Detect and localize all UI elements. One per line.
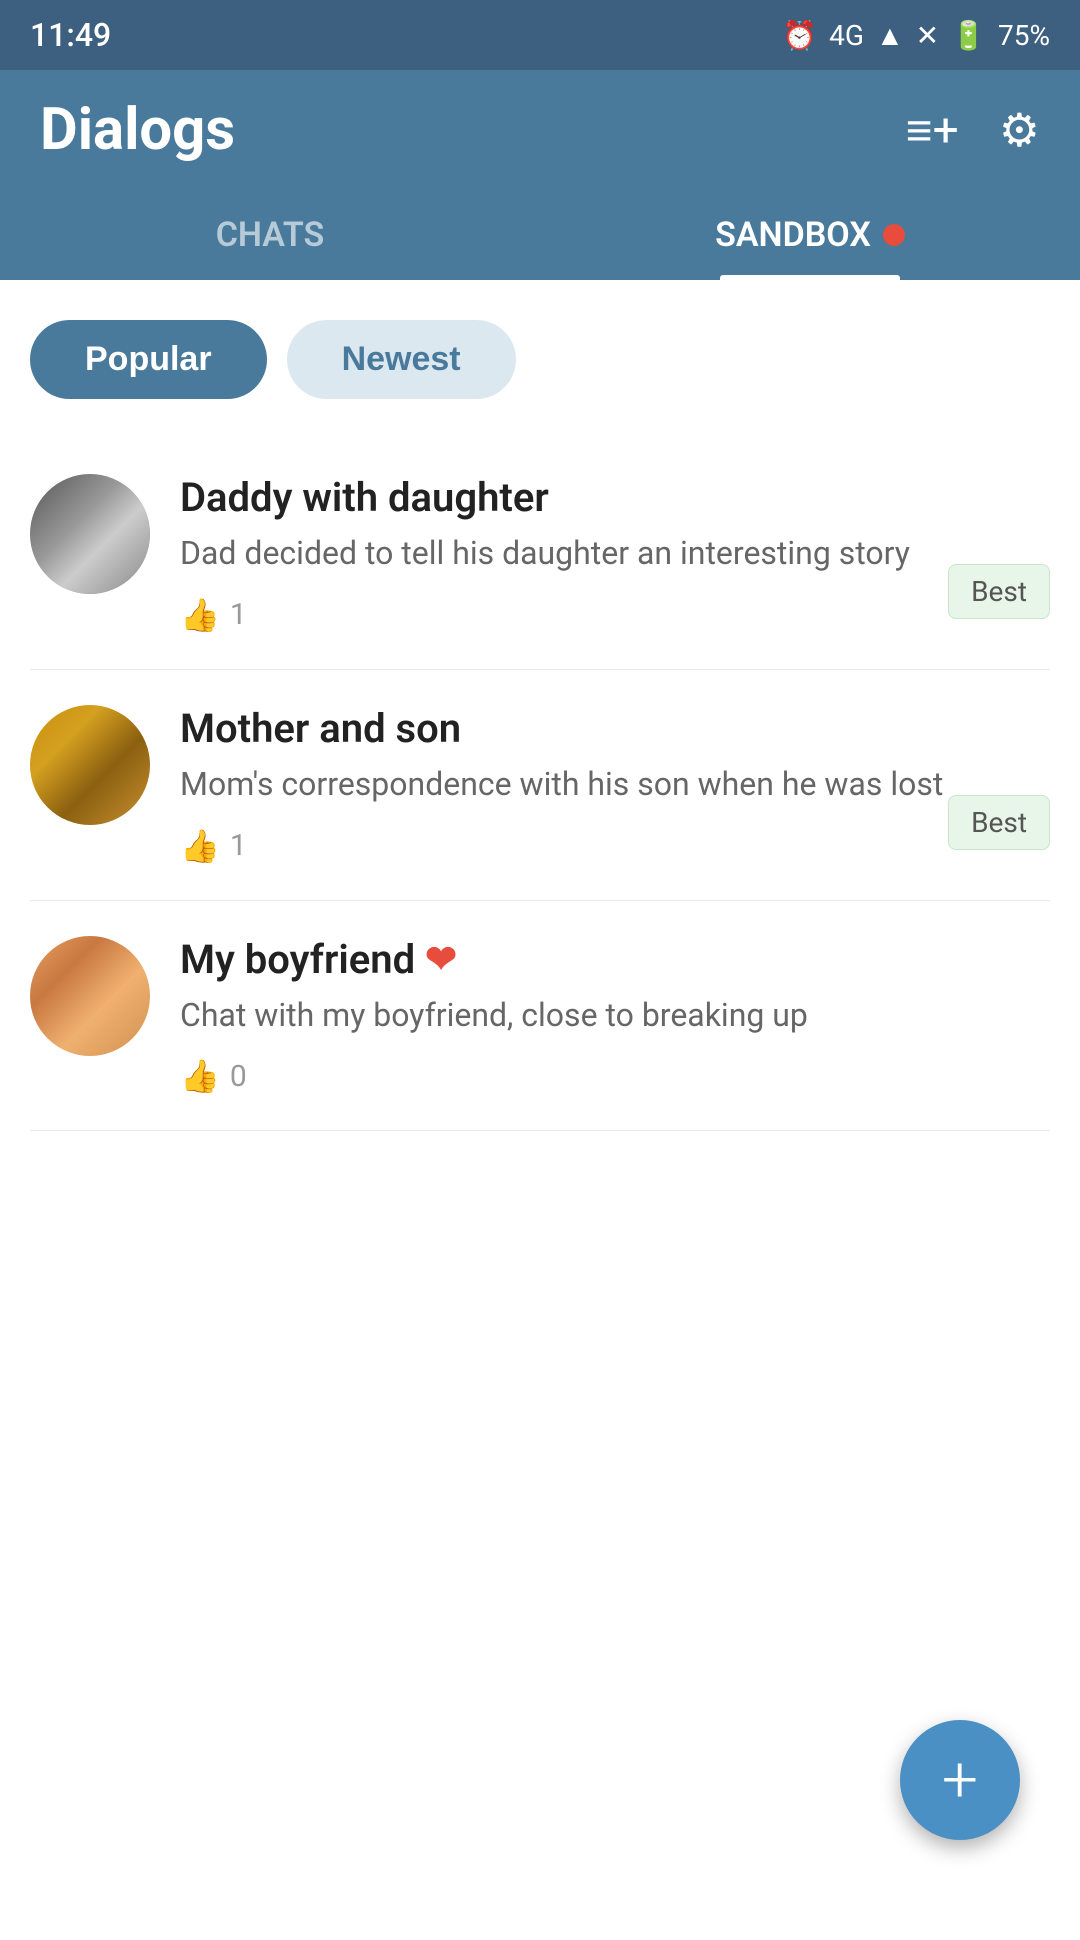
likes-count: 0 — [230, 1059, 247, 1094]
chat-title-mother-son: Mother and son — [180, 705, 1050, 752]
header-actions: ≡+ ⚙ — [906, 103, 1040, 158]
chat-likes-daddy-daughter: 👍 1 — [180, 596, 1050, 634]
avatar-daddy-daughter — [30, 474, 150, 594]
chat-desc-mother-son: Mom's correspondence with his son when h… — [180, 762, 1050, 807]
tab-chats[interactable]: CHATS — [0, 190, 540, 280]
sandbox-badge — [883, 224, 905, 246]
likes-count: 1 — [230, 828, 247, 863]
signal-x-icon: ✕ — [916, 19, 939, 52]
chat-likes-my-boyfriend: 👍 0 — [180, 1057, 1050, 1095]
battery-label: 75% — [998, 19, 1050, 52]
page-title: Dialogs — [40, 96, 235, 164]
chat-desc-daddy-daughter: Dad decided to tell his daughter an inte… — [180, 531, 1050, 576]
chat-title-my-boyfriend: My boyfriend ❤ — [180, 936, 1050, 983]
popular-filter-button[interactable]: Popular — [30, 320, 267, 399]
chat-item-daddy-daughter[interactable]: Daddy with daughter Dad decided to tell … — [30, 439, 1050, 670]
network-label: 4G — [829, 19, 864, 52]
thumb-icon: 👍 — [180, 1057, 220, 1095]
chat-body-daddy-daughter: Daddy with daughter Dad decided to tell … — [180, 474, 1050, 634]
tab-sandbox-label: SANDBOX — [715, 215, 871, 255]
filter-bar: Popular Newest — [30, 320, 1050, 399]
battery-icon: 🔋 — [951, 19, 986, 52]
app-header: Dialogs ≡+ ⚙ — [0, 70, 1080, 190]
status-icons: ⏰ 4G ▲ ✕ 🔋 75% — [782, 19, 1050, 52]
chat-item-my-boyfriend[interactable]: My boyfriend ❤ Chat with my boyfriend, c… — [30, 901, 1050, 1132]
main-content: Popular Newest Daddy with daughter Dad d… — [0, 280, 1080, 1940]
newest-filter-button[interactable]: Newest — [287, 320, 516, 399]
signal-icon: ▲ — [876, 19, 904, 52]
alarm-icon: ⏰ — [782, 19, 817, 52]
chat-body-mother-son: Mother and son Mom's correspondence with… — [180, 705, 1050, 865]
heart-icon: ❤ — [425, 937, 457, 982]
thumb-icon: 👍 — [180, 596, 220, 634]
chat-item-mother-son[interactable]: Mother and son Mom's correspondence with… — [30, 670, 1050, 901]
tab-chats-label: CHATS — [216, 215, 325, 255]
chat-body-my-boyfriend: My boyfriend ❤ Chat with my boyfriend, c… — [180, 936, 1050, 1096]
best-badge-daddy-daughter: Best — [948, 564, 1050, 619]
likes-count: 1 — [230, 597, 247, 632]
chat-likes-mother-son: 👍 1 — [180, 827, 1050, 865]
fab-add-button[interactable]: + — [900, 1720, 1020, 1840]
tab-bar: CHATS SANDBOX — [0, 190, 1080, 280]
avatar-mother-son — [30, 705, 150, 825]
tab-sandbox[interactable]: SANDBOX — [540, 190, 1080, 280]
avatar-my-boyfriend — [30, 936, 150, 1056]
chat-desc-my-boyfriend: Chat with my boyfriend, close to breakin… — [180, 993, 1050, 1038]
add-chat-icon[interactable]: ≡+ — [906, 103, 959, 158]
settings-icon[interactable]: ⚙ — [999, 103, 1040, 158]
chat-title-daddy-daughter: Daddy with daughter — [180, 474, 1050, 521]
thumb-icon: 👍 — [180, 827, 220, 865]
status-bar: 11:49 ⏰ 4G ▲ ✕ 🔋 75% — [0, 0, 1080, 70]
status-time: 11:49 — [30, 16, 111, 54]
fab-plus-icon: + — [942, 1748, 978, 1812]
best-badge-mother-son: Best — [948, 795, 1050, 850]
